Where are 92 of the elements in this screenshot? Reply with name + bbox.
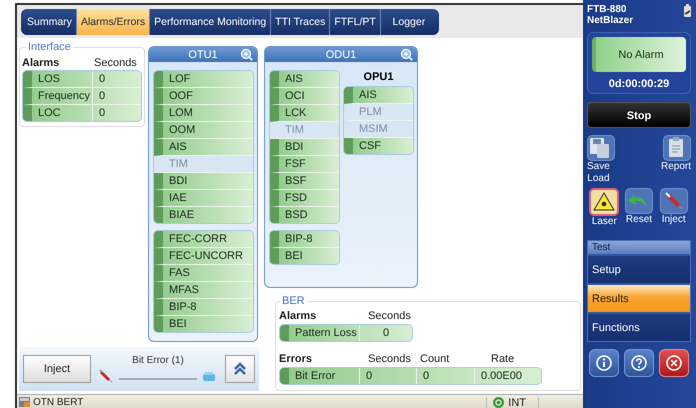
- column-header: Seconds: [367, 310, 412, 322]
- menu-item[interactable]: Setup: [588, 254, 690, 283]
- menu-header: Test: [588, 241, 690, 254]
- error-count: 0: [417, 368, 475, 384]
- close-icon: [664, 354, 683, 372]
- alarm-indicator: MFAS: [154, 282, 253, 299]
- zoom-icon[interactable]: [400, 48, 413, 61]
- alarm-indicator: TIM: [154, 156, 253, 173]
- alarm-indicator: PLM: [344, 104, 413, 121]
- panel-title: ODU1: [326, 48, 356, 60]
- tab[interactable]: TTI Traces: [271, 9, 330, 35]
- alarm-indicator: LCK: [270, 105, 339, 122]
- tab[interactable]: Alarms/Errors: [76, 9, 150, 35]
- alarm-status: No Alarm: [592, 37, 686, 72]
- clipboard-icon: [663, 135, 691, 161]
- column-header: Alarms: [279, 310, 318, 322]
- alarm-indicator: BDI: [154, 173, 253, 190]
- alarm-name: LOS: [32, 71, 93, 87]
- alarm-indicator: TIM: [270, 122, 339, 139]
- report-button[interactable]: Report: [656, 135, 691, 185]
- error-seconds: 0: [360, 368, 417, 384]
- alarm-indicator: FEC-CORR: [154, 231, 253, 248]
- tab[interactable]: FTFL/PT: [330, 9, 381, 35]
- error-name: Bit Error: [289, 368, 360, 384]
- alarm-name: Frequency: [32, 88, 93, 104]
- test-timer: 0d:00:00:29: [608, 78, 670, 90]
- zoom-icon[interactable]: [240, 48, 253, 61]
- info-icon: [595, 354, 614, 372]
- column-header: Count: [420, 353, 450, 365]
- alarm-indicator: FAS: [154, 265, 253, 282]
- section-title: OPU1: [362, 70, 394, 85]
- panel-title: OTU1: [188, 48, 218, 60]
- battery-icon: [684, 4, 691, 17]
- alarm-seconds: 0: [98, 89, 106, 104]
- alarm-indicator: BSD: [270, 207, 339, 223]
- column-header: Rate: [490, 353, 514, 365]
- alarm-indicator: BDI: [270, 139, 339, 156]
- save-button[interactable]: Save Load: [587, 135, 622, 185]
- clock-source-icon: [493, 397, 504, 408]
- alarm-indicator: MSIM: [344, 121, 413, 138]
- tab[interactable]: Performance Monitoring: [150, 9, 272, 35]
- alarm-name: LOC: [32, 105, 93, 121]
- clock-source: INT: [508, 396, 526, 408]
- alarm-indicator: OOF: [154, 88, 253, 105]
- alarm-indicator: FSD: [270, 190, 339, 207]
- syringe-icon: [660, 188, 688, 214]
- column-header: Seconds: [367, 353, 412, 365]
- test-icon: [19, 397, 31, 408]
- alarm-indicator: IAE: [154, 190, 253, 207]
- info-button[interactable]: [589, 349, 620, 377]
- alarm-indicator: AIS: [344, 87, 413, 104]
- alarm-indicator: AIS: [270, 71, 339, 88]
- alarm-indicator: OOM: [154, 122, 253, 139]
- alarm-indicator: BIAE: [154, 207, 253, 223]
- menu-item[interactable]: Results: [588, 283, 690, 312]
- alarm-name: Pattern Loss: [289, 325, 360, 341]
- alarm-indicator: BIP-8: [270, 231, 339, 248]
- alarm-seconds: 0: [98, 106, 106, 121]
- test-name: OTN BERT: [33, 397, 84, 408]
- laser-button[interactable]: Laser: [587, 188, 622, 228]
- alarm-indicator: AIS: [154, 139, 253, 156]
- alarm-indicator: FEC-UNCORR: [154, 248, 253, 265]
- alarm-indicator: LOM: [154, 105, 253, 122]
- warning-icon: [589, 188, 620, 216]
- alarm-indicator: FSF: [270, 156, 339, 173]
- alarm-indicator: CSF: [344, 138, 413, 154]
- error-rate: 0.00E00: [480, 369, 523, 384]
- help-icon: [630, 354, 648, 372]
- alarm-indicator: LOF: [154, 71, 253, 88]
- column-header: Alarms: [22, 57, 60, 69]
- alarm-indicator: OCI: [270, 88, 339, 105]
- reset-button[interactable]: Reset: [622, 188, 656, 228]
- help-button[interactable]: [624, 349, 654, 377]
- alarm-indicator: BEI: [154, 316, 253, 332]
- inject-button[interactable]: Inject: [23, 355, 91, 383]
- close-button[interactable]: [658, 349, 689, 377]
- alarm-indicator: BEI: [270, 248, 339, 264]
- error-type-label: Bit Error (1): [132, 355, 184, 366]
- column-header: Seconds: [94, 57, 137, 69]
- device-name: FTB-880: [587, 4, 628, 15]
- alarm-indicator: BSF: [270, 173, 339, 190]
- double-chevron-up-icon: [233, 362, 247, 376]
- tab[interactable]: Logger: [380, 9, 437, 35]
- inject-button[interactable]: Inject: [656, 188, 691, 228]
- alarm-seconds: 0: [98, 72, 106, 87]
- stop-button[interactable]: Stop: [587, 102, 691, 128]
- device-model: NetBlazer: [587, 15, 634, 26]
- expand-button[interactable]: [225, 355, 255, 383]
- alarm-indicator: BIP-8: [154, 299, 253, 316]
- menu-item[interactable]: Functions: [588, 312, 690, 341]
- alarm-seconds: 0: [382, 326, 390, 341]
- column-header: Errors: [279, 353, 314, 365]
